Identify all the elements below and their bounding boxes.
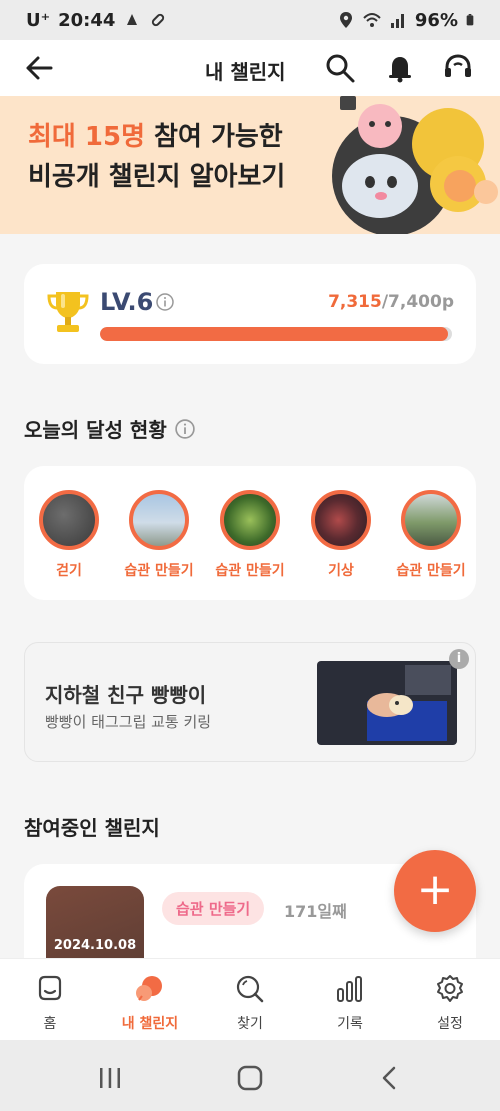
battery-icon [466, 14, 474, 26]
search-icon[interactable] [324, 52, 356, 84]
chart-icon [337, 976, 362, 1002]
level-card[interactable]: LV.6 7,315/7,400p [24, 264, 476, 364]
today-achievements-card: 걷기 습관 만들기 습관 만들기 기상 습관 만들기 [24, 466, 476, 600]
clock: 20:44 [58, 9, 116, 31]
banner-line2: 비공개 챌린지 알아보기 [28, 162, 286, 192]
nav-label: 기록 [337, 1016, 363, 1032]
ad-image [317, 661, 457, 745]
level-label: LV.6 [100, 288, 154, 316]
achievement-item[interactable]: 걷기 [24, 490, 114, 580]
nav-label: 홈 [43, 1016, 57, 1032]
ad-subtitle: 빵빵이 태그그립 교통 키링 [45, 713, 212, 731]
banner-characters-illustration [332, 96, 498, 234]
level-progress-fill [100, 327, 448, 341]
max-points: /7,400p [381, 292, 454, 312]
back-arrow-icon[interactable] [24, 54, 54, 82]
achievement-label: 습관 만들기 [396, 563, 466, 579]
banner-highlight: 최대 15명 [28, 122, 145, 152]
achievement-photo [39, 490, 99, 550]
achievement-label: 걷기 [56, 563, 82, 579]
recent-apps-icon[interactable] [96, 1064, 124, 1092]
nav-item-records[interactable]: 기록 [300, 973, 400, 1033]
bell-icon[interactable] [384, 52, 416, 84]
nav-label: 설정 [437, 1016, 463, 1032]
wifi-icon [363, 13, 381, 27]
notification-icon [127, 14, 138, 25]
nav-item-home[interactable]: 홈 [0, 973, 100, 1033]
achievement-label: 습관 만들기 [124, 563, 194, 579]
challenge-category-badge: 습관 만들기 [162, 892, 265, 925]
home-button-icon[interactable] [236, 1064, 264, 1092]
battery-percent: 96% [414, 9, 458, 31]
ad-banner[interactable]: 지하철 친구 빵빵이 빵빵이 태그그립 교통 키링 i [24, 642, 476, 762]
challenge-days: 171일째 [284, 902, 347, 921]
level-progress-bar [100, 327, 452, 341]
my-challenge-icon [136, 976, 162, 1001]
system-navigation-bar [0, 1040, 500, 1111]
pill-icon [152, 13, 165, 27]
achievement-item[interactable]: 습관 만들기 [205, 490, 295, 580]
support-headset-icon[interactable] [442, 52, 474, 84]
app-header: 내 챌린지 [0, 40, 500, 96]
trophy-icon [47, 292, 89, 332]
achievement-label: 습관 만들기 [215, 563, 285, 579]
nav-label: 찾기 [237, 1016, 263, 1032]
info-icon[interactable] [156, 293, 174, 311]
signal-icon [390, 14, 404, 28]
level-points: 7,315/7,400p [328, 292, 454, 312]
today-section-title: 오늘의 달성 현황 [24, 414, 195, 443]
status-bar: U⁺ 20:44 96% [0, 0, 500, 40]
current-points: 7,315 [328, 292, 382, 312]
nav-label: 내 챌린지 [121, 1016, 179, 1032]
bottom-navigation: 홈 내 챌린지 찾기 기록 설정 [0, 958, 500, 1040]
info-icon[interactable] [175, 418, 195, 439]
carrier-label: U⁺ [26, 9, 51, 31]
search-icon [236, 975, 264, 1003]
challenge-date: 2024.10.08 [53, 938, 137, 953]
achievement-item[interactable]: 습관 만들기 [386, 490, 476, 580]
banner-line1: 최대 15명 참여 가능한 [28, 116, 283, 153]
nav-item-search[interactable]: 찾기 [200, 973, 300, 1033]
add-challenge-button[interactable]: + [394, 850, 476, 932]
gear-icon [437, 975, 463, 1002]
back-button-icon[interactable] [376, 1064, 404, 1092]
today-title-text: 오늘의 달성 현황 [24, 418, 167, 442]
achievement-photo [401, 490, 461, 550]
page-title: 내 챌린지 [205, 60, 286, 84]
home-icon [38, 975, 62, 1001]
participating-section-title: 참여중인 챌린지 [24, 816, 160, 840]
promo-banner[interactable]: 최대 15명 참여 가능한 비공개 챌린지 알아보기 [0, 96, 500, 234]
ad-title: 지하철 친구 빵빵이 [45, 683, 207, 707]
location-icon [339, 12, 352, 28]
achievement-photo [311, 490, 371, 550]
achievement-photo [220, 490, 280, 550]
banner-line1-text: 참여 가능한 [145, 122, 283, 152]
achievement-photo [129, 490, 189, 550]
nav-item-settings[interactable]: 설정 [400, 973, 500, 1033]
nav-item-my-challenge[interactable]: 내 챌린지 [100, 973, 200, 1033]
ad-info-icon[interactable]: i [449, 649, 469, 669]
achievement-item[interactable]: 습관 만들기 [114, 490, 204, 580]
achievement-label: 기상 [328, 563, 354, 579]
achievement-item[interactable]: 기상 [296, 490, 386, 580]
